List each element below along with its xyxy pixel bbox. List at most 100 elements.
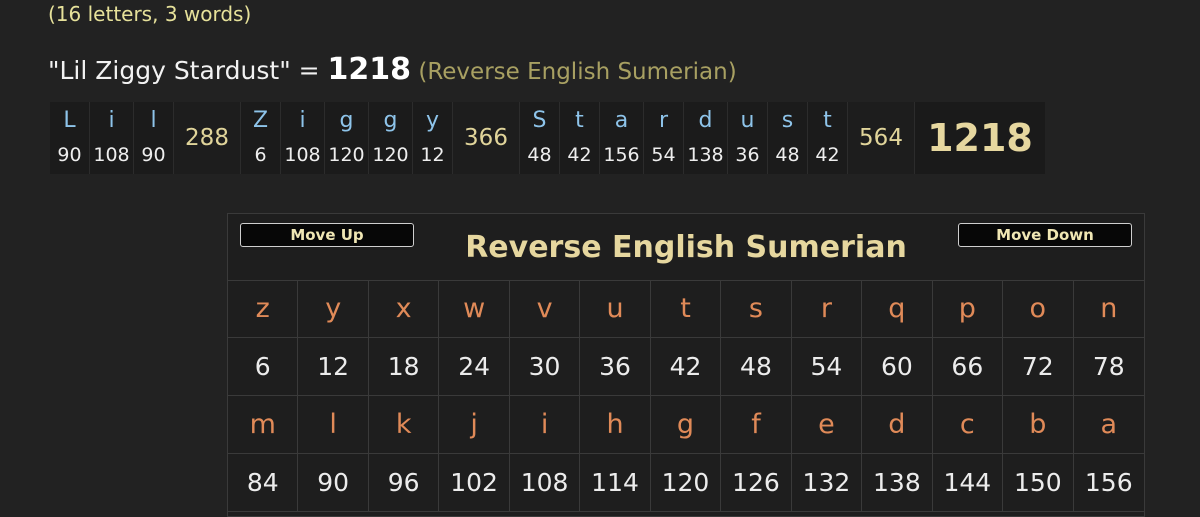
breakdown-letter: u: [740, 108, 755, 133]
cipher-letter-cell: z: [228, 280, 299, 338]
word-total: 366: [453, 102, 520, 174]
breakdown-letter: y: [425, 108, 440, 133]
cipher-value-cell: 150: [1003, 454, 1074, 512]
breakdown-letter-value: 90: [141, 144, 166, 166]
breakdown-letter-value: 36: [735, 144, 760, 166]
breakdown-letter-value: 42: [567, 144, 592, 166]
cipher-letter-cell: w: [439, 280, 510, 338]
cipher-letter-cell: v: [509, 280, 581, 338]
cipher-value-cell: 102: [439, 454, 510, 512]
cipher-letter-cell: q: [862, 280, 933, 338]
cipher-value-cell: 120: [650, 454, 722, 512]
equals-sign: =: [290, 56, 328, 85]
word-total: 288: [174, 102, 241, 174]
breakdown-letter-cell: Z6: [241, 102, 281, 174]
cipher-value-cell: 6: [228, 338, 299, 396]
cipher-letter-cell: p: [932, 280, 1004, 338]
cipher-letter-cell: g: [650, 396, 722, 454]
cipher-letter-cell: x: [368, 280, 440, 338]
breakdown-letter-value: 48: [775, 144, 800, 166]
breakdown-letter-value: 120: [372, 144, 409, 166]
cipher-value-cell: 78: [1073, 338, 1144, 396]
cipher-value-cell: 18: [368, 338, 440, 396]
breakdown-letter-value: 6: [254, 144, 267, 166]
cipher-letter-cell: d: [862, 396, 933, 454]
cipher-letter-cell: t: [650, 280, 722, 338]
cipher-letter-cell: s: [721, 280, 792, 338]
cipher-value-cell: 42: [650, 338, 722, 396]
cipher-value-cell: 66: [932, 338, 1004, 396]
cipher-header: Move Up Reverse English Sumerian Move Do…: [228, 214, 1144, 281]
cipher-letter-cell: y: [298, 280, 369, 338]
breakdown-letter-cell: L 90: [50, 102, 90, 174]
cipher-value-cell: 48: [721, 338, 792, 396]
cipher-grid: z y x w v u t s r q p o n 6 12 18 24 30 36 42 48 54 60 66 72 78 m l…: [228, 280, 1144, 512]
breakdown-letter: i: [299, 108, 306, 133]
breakdown-letter-cell: a 156: [600, 102, 644, 174]
breakdown-letter-cell: g 120: [369, 102, 413, 174]
breakdown-letter-cell: t 42: [560, 102, 600, 174]
letter-breakdown-strip: L 90 i 108 l 90 288 Z 6 i 108 g 120 g 120 y 12 366 S 48 t 42 a…: [50, 102, 1045, 174]
phrase-text: "Lil Ziggy Stardust": [48, 56, 291, 85]
grand-total: 1218: [915, 102, 1045, 174]
breakdown-letter-cell: i 108: [90, 102, 134, 174]
breakdown-letter: r: [658, 108, 669, 133]
breakdown-letter: i: [108, 108, 115, 133]
cipher-value-cell: 30: [509, 338, 581, 396]
breakdown-letter-value: 12: [420, 144, 445, 166]
breakdown-letter-value: 138: [687, 144, 724, 166]
cipher-value-cell: 54: [791, 338, 863, 396]
word-total: 564: [848, 102, 915, 174]
cipher-value-cell: 72: [1003, 338, 1074, 396]
breakdown-letter: g: [383, 108, 398, 133]
breakdown-letter: d: [698, 108, 713, 133]
cipher-letter-cell: u: [580, 280, 651, 338]
breakdown-letter: S: [532, 108, 547, 133]
breakdown-letter-value: 108: [284, 144, 321, 166]
breakdown-letter-cell: l 90: [134, 102, 174, 174]
breakdown-letter-cell: t 42: [808, 102, 848, 174]
cipher-value-cell: 108: [509, 454, 581, 512]
phrase-result-line: "Lil Ziggy Stardust" = 1218 (Reverse Eng…: [48, 53, 737, 89]
breakdown-letter-cell: S 48: [520, 102, 560, 174]
cipher-letter-cell: c: [932, 396, 1004, 454]
letter-word-count: (16 letters, 3 words): [48, 2, 252, 26]
breakdown-letter-cell: y 12: [413, 102, 453, 174]
cipher-value-cell: 144: [932, 454, 1004, 512]
breakdown-letter: s: [781, 108, 794, 133]
breakdown-letter: t: [575, 108, 584, 133]
cipher-value-cell: 60: [862, 338, 933, 396]
breakdown-letter-cell: u 36: [728, 102, 768, 174]
breakdown-letter-value: 42: [815, 144, 840, 166]
breakdown-letter-cell: d 138: [684, 102, 728, 174]
cipher-value-cell: 156: [1073, 454, 1144, 512]
breakdown-letter: L: [63, 108, 76, 133]
cipher-letter-cell: l: [298, 396, 369, 454]
cipher-letter-cell: r: [791, 280, 863, 338]
breakdown-letter-cell: s 48: [768, 102, 808, 174]
cipher-table: Move Up Reverse English Sumerian Move Do…: [227, 213, 1145, 517]
breakdown-letter-cell: r 54: [644, 102, 684, 174]
cipher-letter-cell: k: [368, 396, 440, 454]
cipher-letter-cell: b: [1003, 396, 1074, 454]
cipher-letter-cell: a: [1073, 396, 1144, 454]
breakdown-letter-value: 120: [328, 144, 365, 166]
phrase-total: 1218: [327, 52, 412, 87]
cipher-value-cell: 126: [721, 454, 792, 512]
cipher-value-cell: 12: [298, 338, 369, 396]
breakdown-letter: a: [614, 108, 629, 133]
breakdown-letter-value: 156: [603, 144, 640, 166]
breakdown-letter: g: [339, 108, 354, 133]
cipher-value-cell: 132: [791, 454, 863, 512]
cipher-letter-cell: i: [509, 396, 581, 454]
cipher-value-cell: 36: [580, 338, 651, 396]
cipher-value-cell: 84: [228, 454, 299, 512]
cipher-letter-cell: o: [1003, 280, 1074, 338]
breakdown-letter-value: 90: [57, 144, 82, 166]
cipher-value-cell: 24: [439, 338, 510, 396]
breakdown-letter: t: [823, 108, 832, 133]
breakdown-letter-cell: i 108: [281, 102, 325, 174]
move-down-button[interactable]: Move Down: [958, 223, 1132, 247]
cipher-reference: (Reverse English Sumerian): [411, 59, 737, 85]
cipher-letter-cell: e: [791, 396, 863, 454]
